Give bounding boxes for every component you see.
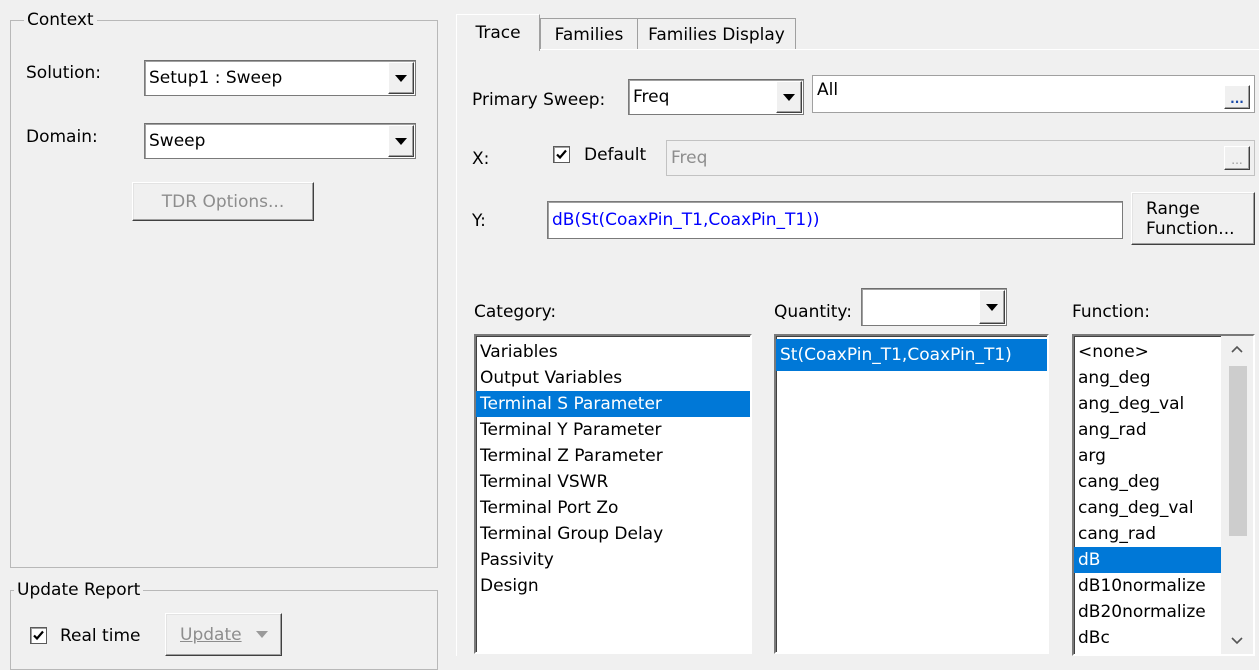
range-function-button[interactable]: Range Function... [1131, 192, 1255, 245]
function-list-item[interactable]: dBc [1074, 625, 1224, 651]
category-list-item[interactable]: Terminal Group Delay [476, 521, 750, 547]
scroll-up-icon[interactable] [1221, 336, 1253, 362]
x-default-label: Default [584, 145, 647, 165]
category-list-item[interactable]: Terminal S Parameter [476, 391, 750, 417]
quantity-filter-combo[interactable] [861, 288, 1007, 326]
primary-sweep-value: Freq [633, 87, 670, 107]
scrollbar-thumb[interactable] [1229, 366, 1247, 536]
realtime-label: Real time [60, 626, 141, 646]
context-legend: Context [24, 10, 97, 30]
function-list-item[interactable]: cang_deg_val [1074, 495, 1224, 521]
category-list-item[interactable]: Terminal Y Parameter [476, 417, 750, 443]
update-label: Update [180, 624, 242, 645]
primary-sweep-range-field[interactable]: All [812, 75, 1255, 113]
tab-families-display-label: Families Display [648, 24, 785, 45]
realtime-checkbox[interactable] [30, 627, 47, 644]
update-button[interactable]: Update [165, 613, 282, 656]
function-list-item[interactable]: dB10normalize [1074, 573, 1224, 599]
y-label: Y: [472, 211, 486, 231]
category-list-item[interactable]: Output Variables [476, 365, 750, 391]
solution-label: Solution: [26, 63, 101, 83]
category-list-item[interactable]: Terminal Z Parameter [476, 443, 750, 469]
chevron-down-icon [255, 631, 268, 638]
chevron-down-icon[interactable] [979, 290, 1005, 324]
function-list-item[interactable]: cang_rad [1074, 521, 1224, 547]
tab-families[interactable]: Families [540, 18, 638, 50]
quantity-label: Quantity: [774, 302, 852, 322]
update-report-legend: Update Report [14, 580, 144, 600]
function-list-item[interactable]: cang_deg [1074, 469, 1224, 495]
x-ellipsis-button: ... [1224, 146, 1250, 170]
solution-value: Setup1 : Sweep [149, 68, 283, 88]
function-list-item[interactable]: ang_deg [1074, 365, 1224, 391]
domain-label: Domain: [26, 127, 98, 147]
x-value-field: Freq [666, 140, 1255, 176]
category-list-item[interactable]: Terminal VSWR [476, 469, 750, 495]
checkmark-icon [556, 149, 567, 160]
x-default-checkbox[interactable] [553, 146, 570, 163]
chevron-down-icon[interactable] [388, 125, 414, 157]
tab-trace[interactable]: Trace [456, 14, 540, 51]
context-group [10, 20, 438, 568]
chevron-down-icon[interactable] [388, 62, 414, 94]
chevron-down-icon[interactable] [776, 81, 802, 113]
function-list-item[interactable]: ang_rad [1074, 417, 1224, 443]
primary-sweep-label: Primary Sweep: [472, 90, 606, 110]
quantity-list[interactable]: St(CoaxPin_T1,CoaxPin_T1) [774, 334, 1049, 654]
tab-trace-label: Trace [475, 23, 521, 43]
quantity-list-item[interactable]: St(CoaxPin_T1,CoaxPin_T1) [776, 339, 1047, 371]
primary-sweep-ellipsis-button[interactable]: ... [1224, 85, 1250, 109]
function-list[interactable]: <none> ang_deg ang_deg_val ang_rad arg cang_d… [1072, 334, 1255, 656]
function-list-item[interactable]: <none> [1074, 339, 1224, 365]
scroll-down-icon[interactable] [1221, 628, 1253, 654]
tab-strip: Trace Families Families Display [456, 10, 956, 51]
category-list-item[interactable]: Passivity [476, 547, 750, 573]
solution-combo[interactable]: Setup1 : Sweep [144, 60, 416, 96]
function-label: Function: [1072, 302, 1151, 322]
x-label: X: [472, 149, 490, 169]
checkmark-icon [33, 630, 44, 641]
tab-families-display[interactable]: Families Display [637, 18, 796, 50]
category-label: Category: [474, 302, 557, 322]
category-list-item[interactable]: Design [476, 573, 750, 599]
domain-value: Sweep [149, 131, 206, 151]
primary-sweep-combo[interactable]: Freq [628, 79, 804, 115]
tdr-options-button[interactable]: TDR Options... [132, 182, 314, 221]
function-list-item[interactable]: dB20normalize [1074, 599, 1224, 625]
domain-combo[interactable]: Sweep [144, 123, 416, 159]
category-list[interactable]: Variables Output Variables Terminal S Para… [474, 334, 752, 654]
function-list-item[interactable]: arg [1074, 443, 1224, 469]
tab-families-label: Families [554, 24, 624, 45]
y-expression-field[interactable]: dB(St(CoaxPin_T1,CoaxPin_T1)) [547, 201, 1123, 239]
category-list-item[interactable]: Variables [476, 339, 750, 365]
function-list-scrollbar[interactable] [1221, 336, 1253, 654]
range-function-label: Range Function... [1146, 198, 1235, 239]
function-list-item[interactable]: dB [1074, 547, 1224, 573]
category-list-item[interactable]: Terminal Port Zo [476, 495, 750, 521]
function-list-item[interactable]: ang_deg_val [1074, 391, 1224, 417]
